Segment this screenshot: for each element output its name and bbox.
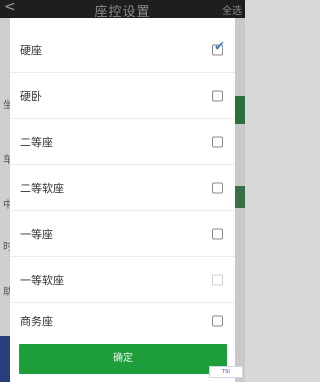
- option-label: 商务座: [20, 314, 53, 328]
- checkbox-second-class[interactable]: [212, 136, 223, 147]
- background-bottom-bar: [0, 336, 10, 382]
- confirm-button[interactable]: 确定: [19, 344, 227, 374]
- checkbox-business-class[interactable]: [212, 315, 223, 326]
- option-label: 一等软座: [20, 273, 64, 287]
- watermark-logo: TSI: [209, 366, 243, 378]
- checkbox-second-class-soft[interactable]: [212, 182, 223, 193]
- option-row-first-class-soft[interactable]: 一等软座: [10, 257, 235, 302]
- option-row-hard-sleeper[interactable]: 硬卧: [10, 73, 235, 118]
- checkbox-hard-sleeper[interactable]: [212, 90, 223, 101]
- option-label: 硬座: [20, 43, 42, 57]
- app-header: < 座控设置 全选: [0, 0, 245, 20]
- option-label: 二等座: [20, 135, 53, 149]
- option-row-second-class-soft[interactable]: 二等软座: [10, 165, 235, 210]
- background-right-strip: [235, 18, 245, 382]
- background-left-strip: 坐 车 中 时 助: [0, 18, 13, 382]
- checkbox-first-class[interactable]: [212, 228, 223, 239]
- option-row-first-class[interactable]: 一等座: [10, 211, 235, 256]
- header-right-action[interactable]: 全选: [222, 2, 242, 17]
- background-block: [235, 186, 245, 208]
- background-block: [235, 96, 245, 124]
- option-label: 二等软座: [20, 181, 64, 195]
- checkmark-icon: ✔: [214, 39, 225, 54]
- checkbox-first-class-soft[interactable]: [212, 274, 223, 285]
- option-label: 硬卧: [20, 89, 42, 103]
- option-row-second-class[interactable]: 二等座: [10, 119, 235, 164]
- checkbox-hard-seat[interactable]: ✔: [212, 40, 225, 55]
- option-row-business-class[interactable]: 商务座: [10, 298, 235, 343]
- seat-type-dialog: 硬座 ✔ 硬卧 二等座 二等软座 一等座 一等软座 商务座 确定: [10, 18, 235, 382]
- option-label: 一等座: [20, 227, 53, 241]
- option-row-hard-seat[interactable]: 硬座 ✔: [10, 27, 235, 72]
